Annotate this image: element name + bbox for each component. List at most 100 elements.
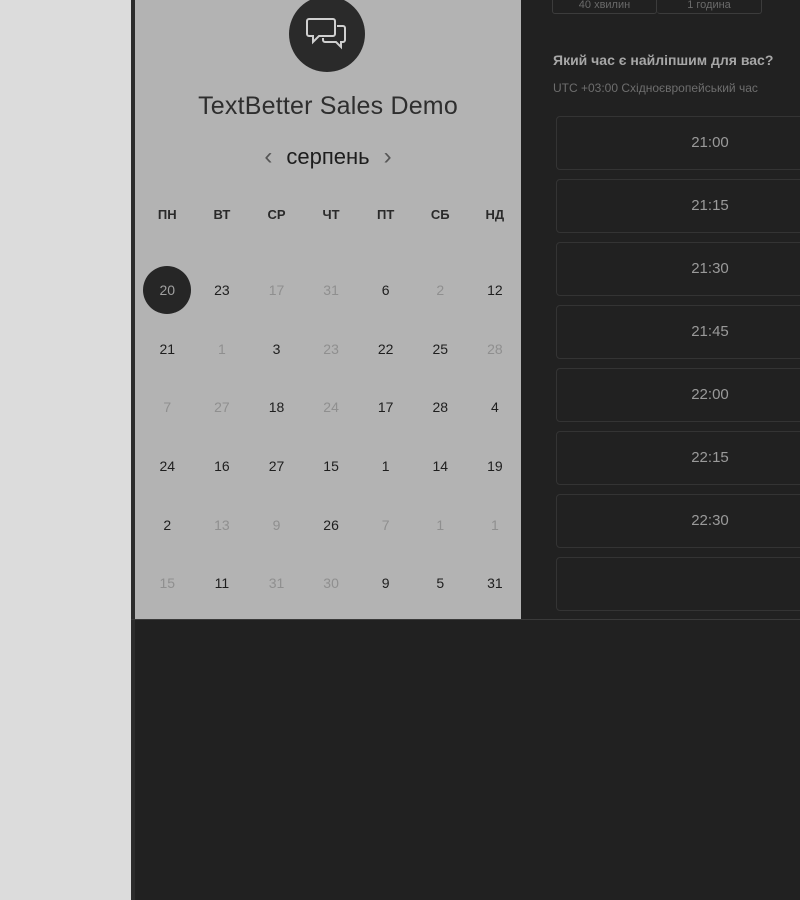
day-cell: 7 [140, 378, 195, 437]
day-cell: 3 [249, 320, 304, 379]
month-label: серпень [286, 144, 370, 169]
unavailable-day: 24 [323, 399, 339, 416]
day-cell: 23 [304, 320, 359, 379]
time-slot-button[interactable]: 21:15 [556, 179, 800, 233]
time-slot-button[interactable] [556, 557, 800, 611]
unavailable-day: 13 [214, 516, 230, 533]
available-day[interactable]: 12 [471, 266, 519, 314]
day-cell: 24 [140, 437, 195, 496]
unavailable-day: 23 [323, 340, 339, 357]
day-cell: 2 [413, 261, 468, 320]
time-slot-label: 22:30 [691, 512, 729, 529]
available-day[interactable]: 31 [471, 559, 519, 607]
day-cell: 28 [468, 320, 523, 379]
event-title: TextBetter Sales Demo [198, 92, 458, 120]
chevron-left-icon[interactable]: ‹ [254, 145, 282, 169]
day-cell: 23 [195, 261, 250, 320]
available-day[interactable]: 16 [198, 442, 246, 490]
available-day[interactable]: 18 [252, 383, 300, 431]
available-day[interactable]: 25 [416, 325, 464, 373]
chevron-right-icon[interactable]: › [374, 145, 402, 169]
chat-bubbles-icon [289, 0, 365, 72]
weekday-label: ПТ [377, 207, 395, 222]
available-day[interactable]: 14 [416, 442, 464, 490]
time-question: Який час є найліпшим для вас? [553, 52, 774, 68]
timezone-selector[interactable]: UTC +03:00 Східноєвропейський час [553, 81, 758, 95]
time-slot-label: 21:15 [691, 197, 729, 214]
day-cell: 15 [140, 554, 195, 613]
time-slot-label: 22:15 [691, 449, 729, 466]
selected-day[interactable]: 20 [143, 266, 192, 315]
day-cell: 1 [468, 495, 523, 554]
weekday-label: ВТ [213, 207, 231, 222]
duration-tab-40-min[interactable]: 40 хвилин [552, 0, 657, 14]
time-slot-label [557, 558, 800, 610]
available-day[interactable]: 19 [471, 442, 519, 490]
weekday-label: СР [267, 207, 286, 222]
day-cell: 17 [249, 261, 304, 320]
available-day[interactable]: 22 [362, 325, 410, 373]
calendar-week-row: 15 11 31 30 9 5 31 [140, 554, 522, 613]
day-grid: 20 23 17 31 6 2 12 21 1 3 23 22 25 28 7 27 18 24 17 28 4 24 16… [140, 261, 522, 613]
available-day[interactable]: 9 [362, 559, 410, 607]
calendar-panel: TextBetter Sales Demo ‹ серпень › ПН ВТ СР… [135, 0, 521, 619]
unavailable-day: 1 [490, 516, 499, 533]
unavailable-day: 7 [163, 399, 172, 416]
duration-tabs: 40 хвилин 1 година [552, 0, 762, 14]
time-slot-button[interactable]: 22:30 [556, 494, 800, 548]
available-day[interactable]: 27 [252, 442, 300, 490]
day-cell: 17 [358, 378, 413, 437]
day-cell: 6 [358, 261, 413, 320]
available-day[interactable]: 11 [198, 559, 246, 607]
day-cell: 11 [195, 554, 250, 613]
day-cell: 14 [413, 437, 468, 496]
day-cell: 26 [304, 495, 359, 554]
available-day[interactable]: 15 [307, 442, 355, 490]
time-slot-button[interactable]: 21:30 [556, 242, 800, 296]
available-day[interactable]: 5 [416, 559, 464, 607]
unavailable-day: 15 [159, 575, 176, 592]
unavailable-day: 1 [436, 516, 445, 533]
day-cell: 20 [140, 261, 195, 320]
available-day[interactable]: 2 [143, 501, 191, 549]
calendar-week-row: 20 23 17 31 6 2 12 [140, 261, 522, 320]
day-cell: 24 [304, 378, 359, 437]
available-day[interactable]: 21 [143, 325, 191, 373]
day-cell: 1 [413, 495, 468, 554]
available-day[interactable]: 28 [416, 383, 464, 431]
time-slot-button[interactable]: 22:00 [556, 368, 800, 422]
available-day[interactable]: 23 [198, 266, 246, 314]
unavailable-day: 1 [217, 340, 226, 357]
time-slot-button[interactable]: 21:00 [556, 116, 800, 170]
weekday-label: ЧТ [322, 207, 340, 222]
day-cell: 1 [358, 437, 413, 496]
available-day[interactable]: 24 [143, 442, 191, 490]
unavailable-day: 31 [268, 575, 285, 592]
day-cell: 9 [358, 554, 413, 613]
unavailable-day: 30 [323, 575, 339, 592]
available-day[interactable]: 6 [362, 266, 410, 314]
time-slot-button[interactable]: 22:15 [556, 431, 800, 485]
unavailable-day: 31 [323, 282, 339, 299]
available-day[interactable]: 3 [252, 325, 300, 373]
day-cell: 21 [140, 320, 195, 379]
available-day[interactable]: 4 [471, 383, 519, 431]
time-slot-button[interactable]: 21:45 [556, 305, 800, 359]
day-cell: 31 [468, 554, 523, 613]
weekday-label: ПН [157, 207, 177, 222]
weekday-header: ПН ВТ СР ЧТ ПТ СБ НД [140, 207, 522, 222]
day-cell: 31 [249, 554, 304, 613]
calendar-week-row: 2 13 9 26 7 1 1 [140, 495, 522, 554]
weekday-label: СБ [430, 207, 450, 222]
duration-tab-1-hour[interactable]: 1 година [657, 0, 762, 14]
panel-divider [131, 619, 800, 620]
unavailable-day: 9 [272, 516, 281, 533]
day-cell: 1 [195, 320, 250, 379]
day-cell: 9 [249, 495, 304, 554]
day-cell: 19 [468, 437, 523, 496]
calendar-week-row: 7 27 18 24 17 28 4 [140, 378, 522, 437]
available-day[interactable]: 17 [362, 383, 410, 431]
time-slot-label: 21:45 [691, 323, 729, 340]
available-day[interactable]: 26 [307, 501, 355, 549]
available-day[interactable]: 1 [362, 442, 410, 490]
